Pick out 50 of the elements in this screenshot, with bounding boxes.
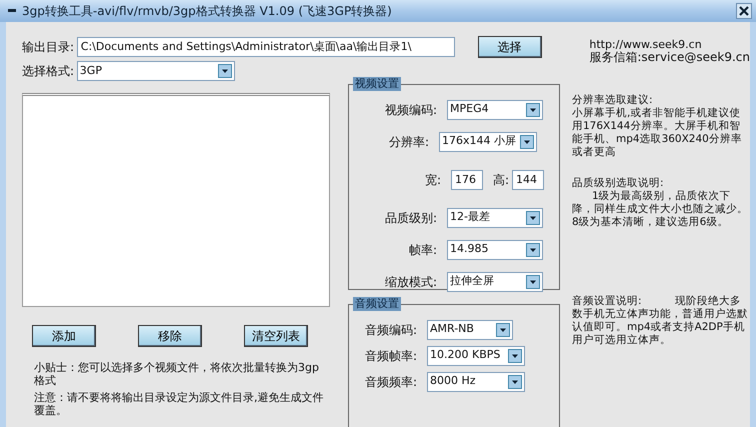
caret-icon (508, 374, 522, 388)
field-label: 分辨率: (388, 134, 429, 150)
caret-icon (526, 242, 540, 256)
close-icon (736, 3, 752, 19)
format-label: 选择格式: (22, 62, 74, 80)
service-email[interactable]: 服务信箱:service@seek9.cn (589, 51, 750, 64)
height-field[interactable]: 144 (512, 170, 544, 190)
note-text: 音频设置说明: 现阶段绝大多数手机无立体声功能，普通用户选默认值即可。mp4或者支持A2DP手机用户可选用立体声。 (572, 294, 748, 346)
dropdown[interactable]: 14.985 (447, 240, 543, 260)
website-link[interactable]: http://www.seek9.cn (589, 38, 750, 51)
caret-icon (508, 348, 522, 362)
field-label: 视频编码: (384, 102, 437, 118)
dropdown[interactable]: 176x144 小屏 (439, 132, 537, 152)
dropdown[interactable]: MPEG4 (447, 100, 543, 120)
group-title: 音频设置 (353, 296, 401, 310)
caret-icon (520, 134, 534, 148)
list-button[interactable]: 移除 (138, 324, 202, 346)
list-button[interactable]: 添加 (32, 324, 96, 346)
choose-button[interactable]: 选择 (478, 36, 542, 58)
dropdown[interactable]: 拉伸全屏 (447, 272, 543, 292)
list-button[interactable]: 清空列表 (244, 324, 308, 346)
window-menu-icon[interactable] (8, 9, 16, 13)
field-label: 高: (493, 172, 510, 188)
dropdown[interactable]: 12-最差 (447, 208, 543, 228)
note-text: 分辨率选取建议: 小屏幕手机,或者非智能手机建议使用176X144分辨率。大屏手机和智能手机、mp4选取360X240分辨率或者更高 (572, 94, 743, 158)
dropdown[interactable]: 10.200 KBPS (427, 346, 525, 366)
caret-icon (218, 64, 232, 78)
close-button[interactable] (736, 3, 752, 19)
field-label: 帧率: (408, 242, 437, 258)
dropdown[interactable]: AMR-NB (427, 320, 513, 340)
caret-icon (496, 322, 510, 336)
tip-text: 小贴士：您可以选择多个视频文件，将依次批量转换为3gp格式 (34, 360, 320, 386)
caret-icon (526, 210, 540, 224)
caret-icon (526, 274, 540, 288)
field-label: 宽: (424, 172, 441, 188)
tip-text: 注意：请不要将将输出目录设定为源文件目录,避免生成文件覆盖。 (34, 390, 324, 416)
output-label: 输出目录: (22, 39, 74, 56)
output-field[interactable]: C:\Documents and Settings\Administrator\桌面\aa\输出目录1\ (76, 37, 455, 57)
window-title: 3gp转换工具-avi/flv/rmvb/3gp格式转换器 V1.09 (飞速3GP转换器) (22, 3, 392, 20)
dropdown[interactable]: 8000 Hz (427, 372, 525, 392)
field-label: 品质级别: (384, 210, 437, 226)
width-field[interactable]: 176 (451, 170, 483, 190)
caret-icon (526, 102, 540, 116)
field-label: 音频编码: (364, 322, 417, 338)
field-label: 音频频率: (364, 374, 417, 390)
note-text: 品质级别选取说明: 1级为最高级别，品质依次下降，同样生成文件大小也随之减少。8级为基本清晰，建议选用6级。 (572, 176, 748, 228)
field-label: 音频帧率: (364, 348, 417, 364)
field-label: 缩放模式: (384, 274, 437, 290)
format-dropdown[interactable]: 3GP (76, 60, 235, 81)
group-title: 视频设置 (353, 76, 401, 90)
